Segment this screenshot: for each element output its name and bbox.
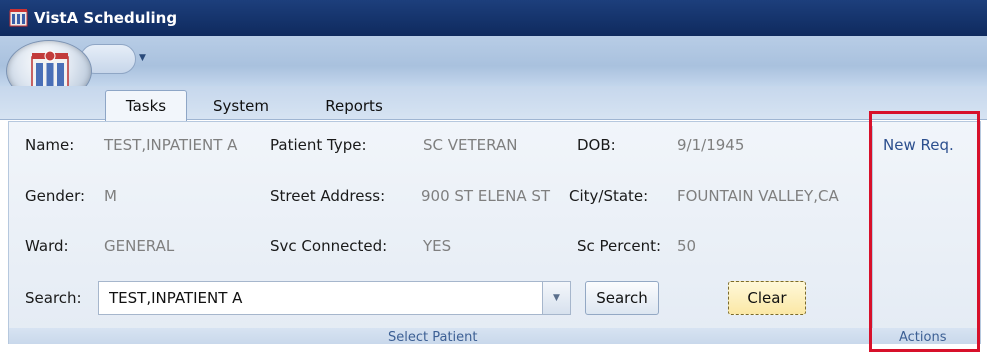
tab-reports[interactable]: Reports xyxy=(308,90,400,121)
ribbon-header xyxy=(0,36,987,86)
street-address-value: 900 ST ELENA ST xyxy=(421,187,551,205)
gender-value: M xyxy=(104,187,117,205)
app-icon xyxy=(9,9,28,27)
ward-value: GENERAL xyxy=(104,237,175,255)
patient-type-label: Patient Type: xyxy=(270,136,367,154)
sc-percent-label: Sc Percent: xyxy=(577,237,662,255)
search-dropdown-button[interactable]: ▼ xyxy=(543,281,571,315)
gender-label: Gender: xyxy=(25,187,86,205)
street-address-label: Street Address: xyxy=(270,187,386,205)
tab-system[interactable]: System xyxy=(200,90,282,121)
svc-connected-label: Svc Connected: xyxy=(270,237,388,255)
group-label-bar xyxy=(9,328,980,344)
ward-label: Ward: xyxy=(25,237,69,255)
name-label: Name: xyxy=(25,136,75,154)
city-state-value: FOUNTAIN VALLEY,CA xyxy=(677,187,839,205)
select-patient-group-label: Select Patient xyxy=(388,330,478,345)
name-value: TEST,INPATIENT A xyxy=(104,136,238,154)
highlight-box xyxy=(869,111,980,352)
dob-label: DOB: xyxy=(577,136,616,154)
svc-connected-value: YES xyxy=(423,237,452,255)
window-title: VistA Scheduling xyxy=(34,9,178,27)
search-button[interactable]: Search xyxy=(585,281,659,315)
title-bar: VistA Scheduling xyxy=(0,0,987,36)
chevron-down-icon[interactable]: ▼ xyxy=(139,53,146,63)
tab-tasks[interactable]: Tasks xyxy=(105,90,187,121)
sc-percent-value: 50 xyxy=(677,237,697,255)
search-label: Search: xyxy=(25,289,82,307)
clear-button[interactable]: Clear xyxy=(728,281,806,315)
chevron-down-icon: ▼ xyxy=(553,293,560,303)
dob-value: 9/1/1945 xyxy=(677,136,745,154)
patient-type-value: SC VETERAN xyxy=(423,136,518,154)
city-state-label: City/State: xyxy=(569,187,649,205)
patient-search-input[interactable] xyxy=(98,281,543,315)
